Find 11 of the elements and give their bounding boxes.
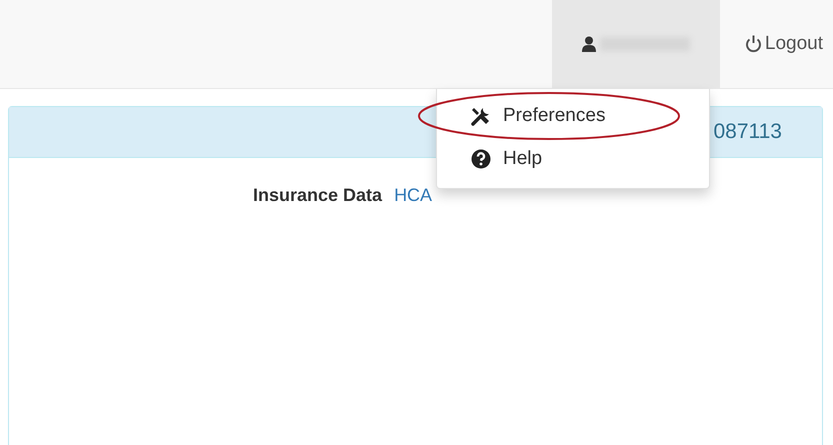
menu-item[interactable]: Preferences [437, 95, 709, 138]
person-icon [582, 36, 596, 52]
power-icon [744, 35, 762, 53]
help-icon [471, 148, 491, 169]
record-number: 087113 [713, 119, 782, 146]
tools-icon [471, 106, 491, 126]
user-menu-toggle[interactable] [552, 0, 720, 88]
field-label: Insurance Data [253, 184, 382, 207]
field-value-link[interactable]: HCA [394, 182, 432, 209]
logout-link[interactable]: Logout [744, 0, 823, 88]
menu-item[interactable]: Help [437, 138, 709, 180]
